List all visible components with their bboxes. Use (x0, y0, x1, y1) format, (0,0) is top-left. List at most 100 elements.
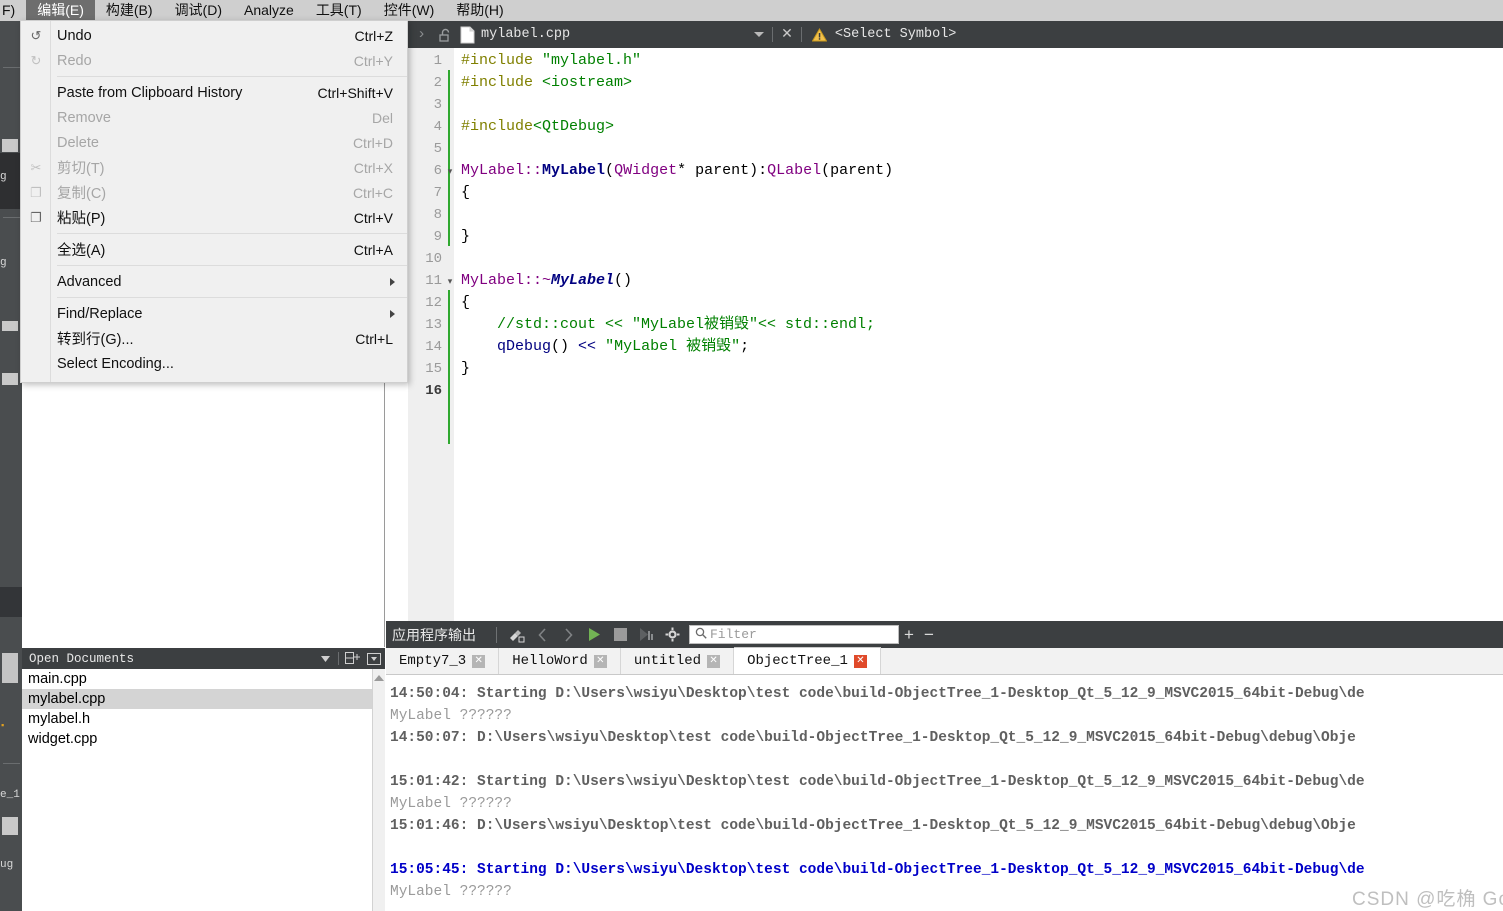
lock-open-icon[interactable] (433, 28, 458, 42)
menu-item-8[interactable]: ❐ 粘贴(P) Ctrl+V (21, 205, 407, 230)
menu-item-10[interactable]: 全选(A) Ctrl+A (21, 237, 407, 262)
code-lines-container[interactable]: #include "mylabel.h" #include <iostream> … (454, 48, 1503, 621)
split-add-icon[interactable] (341, 648, 363, 669)
chevron-down-icon[interactable] (754, 32, 765, 37)
code-line[interactable]: MyLabel::~MyLabel() (454, 270, 1503, 292)
output-tab-0[interactable]: Empty7_3 ✕ (386, 648, 500, 674)
code-line[interactable]: } (454, 358, 1503, 380)
menu-item-label: 全选(A) (57, 243, 106, 259)
menubar-item-5[interactable]: 工具(T) (305, 0, 373, 21)
submenu-arrow-icon (390, 309, 395, 318)
menubar-item-6[interactable]: 控件(W) (373, 0, 446, 21)
output-text-area[interactable]: 14:50:04: Starting D:\Users\wsiyu\Deskto… (386, 675, 1503, 911)
paste-icon: ❐ (30, 209, 42, 225)
code-line[interactable]: MyLabel::MyLabel(QWidget* parent):QLabel… (454, 160, 1503, 182)
rail-icon-help[interactable] (2, 373, 18, 385)
rail-icon-issues[interactable] (2, 653, 18, 683)
symbol-selector[interactable]: <Select Symbol> (827, 27, 957, 42)
menubar-item-4[interactable]: Analyze (233, 0, 305, 21)
previous-item-icon[interactable] (529, 621, 555, 648)
menu-item-label: Paste from Clipboard History (57, 84, 243, 101)
scroll-up-arrow-icon[interactable] (374, 675, 384, 681)
close-tab-icon[interactable]: ✕ (707, 654, 721, 668)
menubar-item-0[interactable]: F) (0, 0, 26, 21)
filter-input[interactable]: Filter (689, 625, 899, 644)
scissors-icon: ✂ (30, 159, 42, 175)
line-number: 1 (433, 53, 442, 69)
menu-item-16[interactable]: Select Encoding... (21, 351, 407, 376)
menubar-item-7[interactable]: 帮助(H) (445, 0, 514, 21)
code-line[interactable]: { (454, 182, 1503, 204)
code-line[interactable]: //std::cout << "MyLabel被销毁"<< std::endl; (454, 314, 1503, 336)
code-line[interactable] (454, 204, 1503, 226)
code-token: * parent) (677, 162, 759, 179)
zoom-in-button[interactable]: + (899, 625, 919, 645)
open-document-item[interactable]: main.cpp (22, 669, 385, 689)
rail-icon-projects[interactable] (2, 139, 18, 152)
rail-icon-run[interactable] (2, 817, 18, 835)
open-document-item[interactable]: mylabel.h (22, 709, 385, 729)
line-number: 13 (425, 317, 442, 333)
rail-item-output[interactable] (0, 587, 22, 617)
menu-item-6: ✂ 剪切(T) Ctrl+X (21, 155, 407, 180)
code-line[interactable]: qDebug() << "MyLabel 被销毁"; (454, 336, 1503, 358)
code-line[interactable] (454, 380, 1503, 402)
code-editor[interactable]: 1 2 3 4 5 6 ▾ 7 8 9 10 11 ▾ 12 13 14 15 16 #include "myla… (408, 48, 1503, 621)
menu-item-3[interactable]: Paste from Clipboard History Ctrl+Shift+V (21, 80, 407, 105)
stop-icon[interactable] (607, 621, 633, 648)
close-panel-icon[interactable] (363, 648, 385, 669)
close-tab-icon[interactable]: ✕ (853, 654, 867, 668)
menu-bar[interactable]: F) 编辑(E) 构建(B) 调试(D) Analyze 工具(T) 控件(W) 帮助(H) (0, 0, 1503, 21)
output-line: MyLabel ?????? (390, 708, 512, 724)
menu-item-15[interactable]: 转到行(G)... Ctrl+L (21, 326, 407, 351)
output-line: 14:50:07: D:\Users\wsiyu\Desktop\test co… (390, 730, 1356, 746)
open-documents-list[interactable]: main.cpp mylabel.cpp mylabel.h widget.cpp (22, 669, 385, 911)
next-item-icon[interactable] (555, 621, 581, 648)
menu-separator (57, 233, 407, 234)
edit-menu-popup[interactable]: ↺ Undo Ctrl+Z ↻ Redo Ctrl+Y Paste from Clipboa… (20, 20, 408, 383)
code-line[interactable]: } (454, 226, 1503, 248)
clear-output-icon[interactable] (503, 621, 529, 648)
menu-rows-container[interactable]: ↺ Undo Ctrl+Z ↻ Redo Ctrl+Y Paste from Clipboa… (21, 21, 407, 376)
editor-filename[interactable]: mylabel.cpp (481, 27, 584, 42)
code-token: (parent) (821, 162, 894, 179)
line-number: 16 (425, 383, 442, 399)
code-line[interactable]: #include "mylabel.h" (454, 50, 1503, 72)
output-tab-label: untitled (633, 653, 702, 669)
chevron-right-icon[interactable]: › (408, 26, 433, 43)
open-document-item[interactable]: mylabel.cpp (22, 689, 385, 709)
close-file-icon[interactable]: ✕ (781, 26, 793, 43)
code-line[interactable]: #include <iostream> (454, 72, 1503, 94)
close-tab-icon[interactable]: ✕ (593, 654, 607, 668)
output-line: MyLabel ?????? (390, 796, 512, 812)
output-tab-1[interactable]: HelloWord ✕ (499, 648, 621, 674)
menu-item-12[interactable]: Advanced (21, 269, 407, 294)
output-tab-3[interactable]: ObjectTree_1 ✕ (734, 647, 881, 674)
output-tab-bar[interactable]: Empty7_3 ✕ HelloWord ✕ untitled ✕ ObjectTree_1… (386, 647, 1503, 675)
code-line[interactable] (454, 138, 1503, 160)
settings-gear-icon[interactable] (659, 621, 685, 648)
code-token: MyLabel (461, 162, 525, 179)
menu-item-14[interactable]: Find/Replace (21, 301, 407, 326)
activity-bar[interactable]: g g ▪ e_1 ug (0, 21, 22, 911)
rail-warning-marker: ▪ (0, 721, 6, 731)
run-icon[interactable] (581, 621, 607, 648)
menubar-item-1[interactable]: 编辑(E) (26, 0, 95, 21)
code-line[interactable] (454, 94, 1503, 116)
menu-item-0[interactable]: ↺ Undo Ctrl+Z (21, 23, 407, 48)
open-documents-scrollbar[interactable] (372, 669, 385, 911)
code-token: <iostream> (542, 74, 633, 91)
menubar-item-2[interactable]: 构建(B) (95, 0, 164, 21)
output-tab-2[interactable]: untitled ✕ (620, 648, 735, 674)
menubar-item-3[interactable]: 调试(D) (164, 0, 233, 21)
close-tab-icon[interactable]: ✕ (472, 654, 486, 668)
code-line[interactable] (454, 248, 1503, 270)
open-document-item[interactable]: widget.cpp (22, 729, 385, 749)
zoom-out-button[interactable]: − (919, 625, 939, 645)
code-line[interactable]: { (454, 292, 1503, 314)
rail-icon-debug[interactable] (2, 321, 18, 331)
code-line[interactable]: #include<QtDebug> (454, 116, 1503, 138)
line-number: 2 (433, 75, 442, 91)
chevron-down-icon[interactable] (314, 648, 336, 669)
attach-debugger-icon[interactable] (633, 621, 659, 648)
